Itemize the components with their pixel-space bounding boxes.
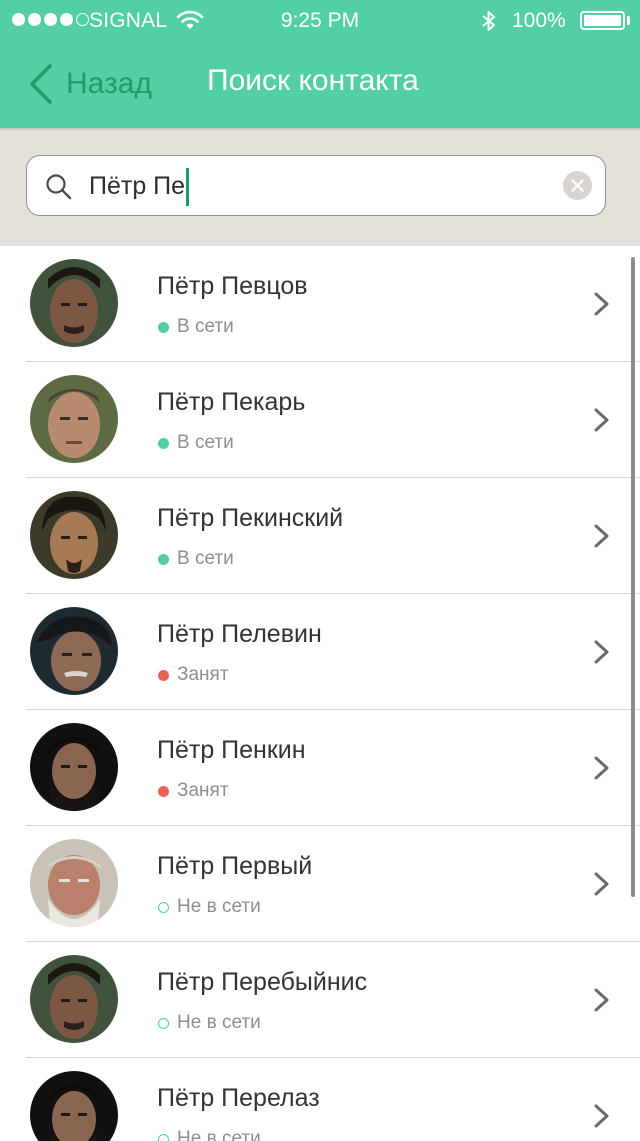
battery-fill xyxy=(584,15,621,26)
bluetooth-icon xyxy=(480,9,498,39)
contact-status: В сети xyxy=(177,432,234,453)
chevron-right-icon xyxy=(594,756,609,780)
contact-name: Пётр Пелевин xyxy=(157,620,322,648)
contact-status: Не в сети xyxy=(177,1128,261,1141)
battery-percentage: 100% xyxy=(512,9,566,32)
battery-icon xyxy=(580,11,625,30)
avatar xyxy=(30,723,118,811)
chevron-right-icon xyxy=(594,640,609,664)
contact-row[interactable]: Пётр Пекарь В сети xyxy=(0,362,640,478)
search-input[interactable] xyxy=(89,168,185,204)
search-field[interactable] xyxy=(26,155,606,216)
contact-name: Пётр Певцов xyxy=(157,272,308,300)
search-bar xyxy=(0,128,640,246)
contact-row[interactable]: Пётр Пекинский В сети xyxy=(0,478,640,594)
contact-name: Пётр Перелаз xyxy=(157,1084,320,1112)
status-indicator xyxy=(158,322,169,333)
battery-tip xyxy=(627,16,630,25)
avatar xyxy=(30,259,118,347)
chevron-right-icon xyxy=(594,524,609,548)
chevron-right-icon xyxy=(594,1104,609,1128)
status-indicator xyxy=(158,902,169,913)
contact-status: Не в сети xyxy=(177,1012,261,1033)
contact-row[interactable]: Пётр Первый Не в сети xyxy=(0,826,640,942)
chevron-left-icon xyxy=(30,64,52,104)
avatar xyxy=(30,1071,118,1141)
back-button-label: Назад xyxy=(66,67,152,100)
status-indicator xyxy=(158,554,169,565)
chevron-right-icon xyxy=(594,872,609,896)
clear-button[interactable] xyxy=(563,171,592,200)
contact-name: Пётр Пенкин xyxy=(157,736,306,764)
chevron-right-icon xyxy=(594,292,609,316)
contact-status: В сети xyxy=(177,316,234,337)
back-button[interactable]: Назад xyxy=(22,60,152,108)
chevron-right-icon xyxy=(594,408,609,432)
contact-status: В сети xyxy=(177,548,234,569)
status-indicator xyxy=(158,1018,169,1029)
avatar xyxy=(30,491,118,579)
text-cursor xyxy=(186,168,189,206)
chevron-right-icon xyxy=(594,988,609,1012)
scrollbar[interactable] xyxy=(631,257,635,897)
contact-status: Не в сети xyxy=(177,896,261,917)
contact-row[interactable]: Пётр Пелевин Занят xyxy=(0,594,640,710)
contact-status: Занят xyxy=(177,664,229,685)
screen: SIGNAL 9:25 PM 100% Назад Поиск контакта… xyxy=(0,0,640,1141)
contact-status: Занят xyxy=(177,780,229,801)
status-indicator xyxy=(158,786,169,797)
avatar xyxy=(30,375,118,463)
contact-name: Пётр Пекарь xyxy=(157,388,306,416)
contact-row[interactable]: Пётр Певцов В сети xyxy=(0,246,640,362)
avatar xyxy=(30,955,118,1043)
contact-list: Пётр Певцов В сети Пётр Пекарь В сети Пё… xyxy=(0,246,640,1141)
header: SIGNAL 9:25 PM 100% Назад Поиск контакта xyxy=(0,0,640,128)
avatar xyxy=(30,839,118,927)
contact-name: Пётр Пекинский xyxy=(157,504,344,532)
status-indicator xyxy=(158,1134,169,1141)
search-icon xyxy=(46,174,72,200)
avatar xyxy=(30,607,118,695)
contact-name: Пётр Перебыйнис xyxy=(157,968,368,996)
contact-name: Пётр Первый xyxy=(157,852,313,880)
status-bar: SIGNAL 9:25 PM 100% xyxy=(0,0,640,40)
clear-icon xyxy=(571,179,584,192)
contact-row[interactable]: Пётр Пенкин Занят xyxy=(0,710,640,826)
page-title: Поиск контакта xyxy=(207,64,419,97)
contact-row[interactable]: Пётр Перебыйнис Не в сети xyxy=(0,942,640,1058)
status-indicator xyxy=(158,438,169,449)
contact-row[interactable]: Пётр Перелаз Не в сети xyxy=(0,1058,640,1141)
status-indicator xyxy=(158,670,169,681)
